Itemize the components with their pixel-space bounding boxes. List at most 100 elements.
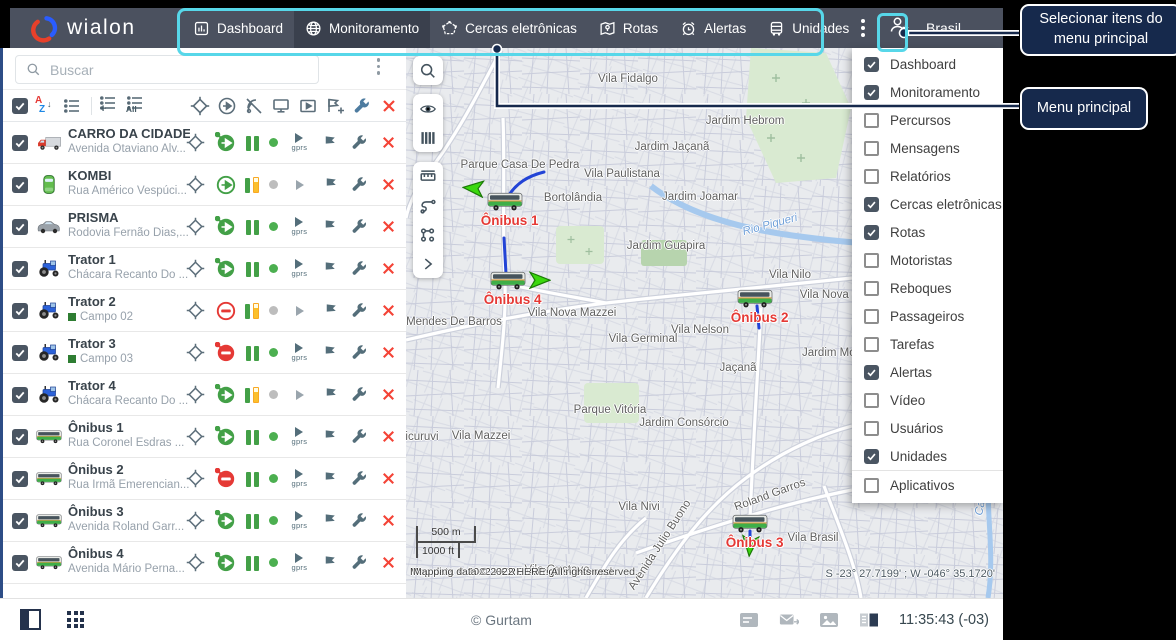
flag-events-icon[interactable] xyxy=(322,301,341,320)
menu-checkbox[interactable] xyxy=(864,420,879,436)
flag-events-icon[interactable] xyxy=(321,343,340,362)
unit-checkbox[interactable] xyxy=(12,387,28,403)
locate-unit-icon[interactable] xyxy=(186,385,205,404)
remove-unit-icon[interactable] xyxy=(379,511,398,530)
menu-item[interactable]: Relatórios xyxy=(852,162,1003,190)
unit-checkbox[interactable] xyxy=(12,219,28,235)
map-layers-icon[interactable] xyxy=(413,123,443,152)
unit-row[interactable]: Trator 2 Campo 02 gpr xyxy=(0,290,406,332)
unit-marker[interactable]: Ônibus 2 xyxy=(731,287,789,325)
unit-row[interactable]: Ônibus 2 Rua Irmã Emerencian... gprs xyxy=(0,458,406,500)
unit-checkbox[interactable] xyxy=(12,345,28,361)
unit-row[interactable]: PRISMA Rodovia Fernão Dias,... gprs xyxy=(0,206,406,248)
locate-unit-icon[interactable] xyxy=(186,343,205,362)
locale-label[interactable]: Brasil xyxy=(926,20,989,36)
menu-item[interactable]: Dashboard xyxy=(852,50,1003,78)
sort-az-icon[interactable]: A Z ↓ xyxy=(35,95,55,116)
apps-grid-icon[interactable] xyxy=(67,611,84,628)
menu-item[interactable]: Monitoramento xyxy=(852,78,1003,106)
add-to-list-icon[interactable]: + xyxy=(98,96,118,116)
search-box[interactable] xyxy=(15,55,319,84)
menu-item[interactable]: Tarefas xyxy=(852,330,1003,358)
menu-checkbox[interactable] xyxy=(864,308,879,324)
menu-checkbox[interactable] xyxy=(864,364,879,380)
flag-events-icon[interactable] xyxy=(321,133,340,152)
toggle-panel-icon[interactable] xyxy=(20,609,41,630)
menu-item[interactable]: Mensagens xyxy=(852,134,1003,162)
unit-row[interactable]: Trator 3 Campo 03 gprs xyxy=(0,332,406,374)
menu-item[interactable]: Motoristas xyxy=(852,246,1003,274)
unit-properties-wrench-icon[interactable] xyxy=(350,301,369,320)
menu-checkbox[interactable] xyxy=(864,448,879,464)
unit-properties-wrench-icon[interactable] xyxy=(350,385,369,404)
locate-all-icon[interactable] xyxy=(190,96,210,116)
nav-tab[interactable]: Rotas xyxy=(588,8,669,48)
menu-item[interactable]: Vídeo xyxy=(852,386,1003,414)
unit-marker[interactable]: Ônibus 4 xyxy=(484,269,551,307)
unit-marker[interactable]: Ônibus 3 xyxy=(726,512,784,558)
nav-tab[interactable]: Dashboard xyxy=(182,8,294,48)
user-account-icon[interactable] xyxy=(888,15,910,42)
list-view-icon[interactable] xyxy=(62,96,82,116)
menu-checkbox[interactable] xyxy=(864,252,879,268)
unit-checkbox[interactable] xyxy=(12,429,28,445)
menu-checkbox[interactable] xyxy=(864,84,879,100)
mail-send-icon[interactable] xyxy=(779,611,799,629)
properties-wrench-icon[interactable] xyxy=(352,96,372,116)
remove-unit-icon[interactable] xyxy=(379,343,398,362)
unit-row[interactable]: Ônibus 1 Rua Coronel Esdras ... gprs xyxy=(0,416,406,458)
menu-checkbox[interactable] xyxy=(864,336,879,352)
locate-unit-icon[interactable] xyxy=(186,427,205,446)
unit-properties-wrench-icon[interactable] xyxy=(350,469,369,488)
flag-events-icon[interactable] xyxy=(322,385,341,404)
flag-events-icon[interactable] xyxy=(321,259,340,278)
unit-row[interactable]: Ônibus 4 Avenida Mário Perna... gprs xyxy=(0,542,406,584)
unit-checkbox[interactable] xyxy=(12,135,28,151)
visibility-eye-icon[interactable] xyxy=(413,94,443,123)
select-all-checkbox[interactable] xyxy=(12,97,28,114)
locate-unit-icon[interactable] xyxy=(186,133,205,152)
show-all-list-icon[interactable]: All xyxy=(125,96,145,116)
video-monitor-icon[interactable] xyxy=(298,96,318,116)
unit-marker[interactable]: Ônibus 1 xyxy=(461,180,539,228)
unit-properties-wrench-icon[interactable] xyxy=(350,343,369,362)
unit-row[interactable]: CARRO DA CIDADE Avenida Otaviano Alv... xyxy=(0,122,406,164)
menu-item[interactable]: Rotas xyxy=(852,218,1003,246)
menu-checkbox[interactable] xyxy=(864,168,879,184)
remove-unit-icon[interactable] xyxy=(379,427,398,446)
locate-unit-icon[interactable] xyxy=(186,511,205,530)
expand-chevron-icon[interactable] xyxy=(413,249,443,278)
menu-checkbox[interactable] xyxy=(864,196,879,212)
unit-checkbox[interactable] xyxy=(12,555,28,571)
no-signal-icon[interactable] xyxy=(244,96,264,116)
flag-events-icon[interactable] xyxy=(321,511,340,530)
points-group-icon[interactable] xyxy=(413,220,443,249)
flag-events-icon[interactable] xyxy=(321,553,340,572)
remove-unit-icon[interactable] xyxy=(379,385,398,404)
menu-settings-dots-icon[interactable] xyxy=(854,17,872,39)
unit-checkbox[interactable] xyxy=(12,177,28,193)
unit-checkbox[interactable] xyxy=(12,261,28,277)
flag-events-icon[interactable] xyxy=(321,217,340,236)
locate-unit-icon[interactable] xyxy=(186,175,205,194)
unit-properties-wrench-icon[interactable] xyxy=(350,511,369,530)
locate-unit-icon[interactable] xyxy=(186,469,205,488)
nav-tab[interactable]: Monitoramento xyxy=(294,8,431,48)
remove-unit-icon[interactable] xyxy=(379,259,398,278)
menu-item[interactable]: Alertas xyxy=(852,358,1003,386)
track-route-icon[interactable] xyxy=(413,191,443,220)
locate-unit-icon[interactable] xyxy=(186,217,205,236)
search-input[interactable] xyxy=(48,60,318,79)
notes-card-icon[interactable] xyxy=(739,611,759,629)
monitor-screen-icon[interactable] xyxy=(271,96,291,116)
unit-properties-wrench-icon[interactable] xyxy=(350,553,369,572)
menu-item[interactable]: Reboques xyxy=(852,274,1003,302)
unit-row[interactable]: Trator 4 Chácara Recanto Do ... xyxy=(0,374,406,416)
menu-checkbox[interactable] xyxy=(864,392,879,408)
add-flag-icon[interactable] xyxy=(325,96,345,116)
menu-item[interactable]: Cercas eletrônicas xyxy=(852,190,1003,218)
unit-checkbox[interactable] xyxy=(12,471,28,487)
unit-properties-wrench-icon[interactable] xyxy=(350,427,369,446)
menu-checkbox[interactable] xyxy=(864,280,879,296)
locate-unit-icon[interactable] xyxy=(186,553,205,572)
